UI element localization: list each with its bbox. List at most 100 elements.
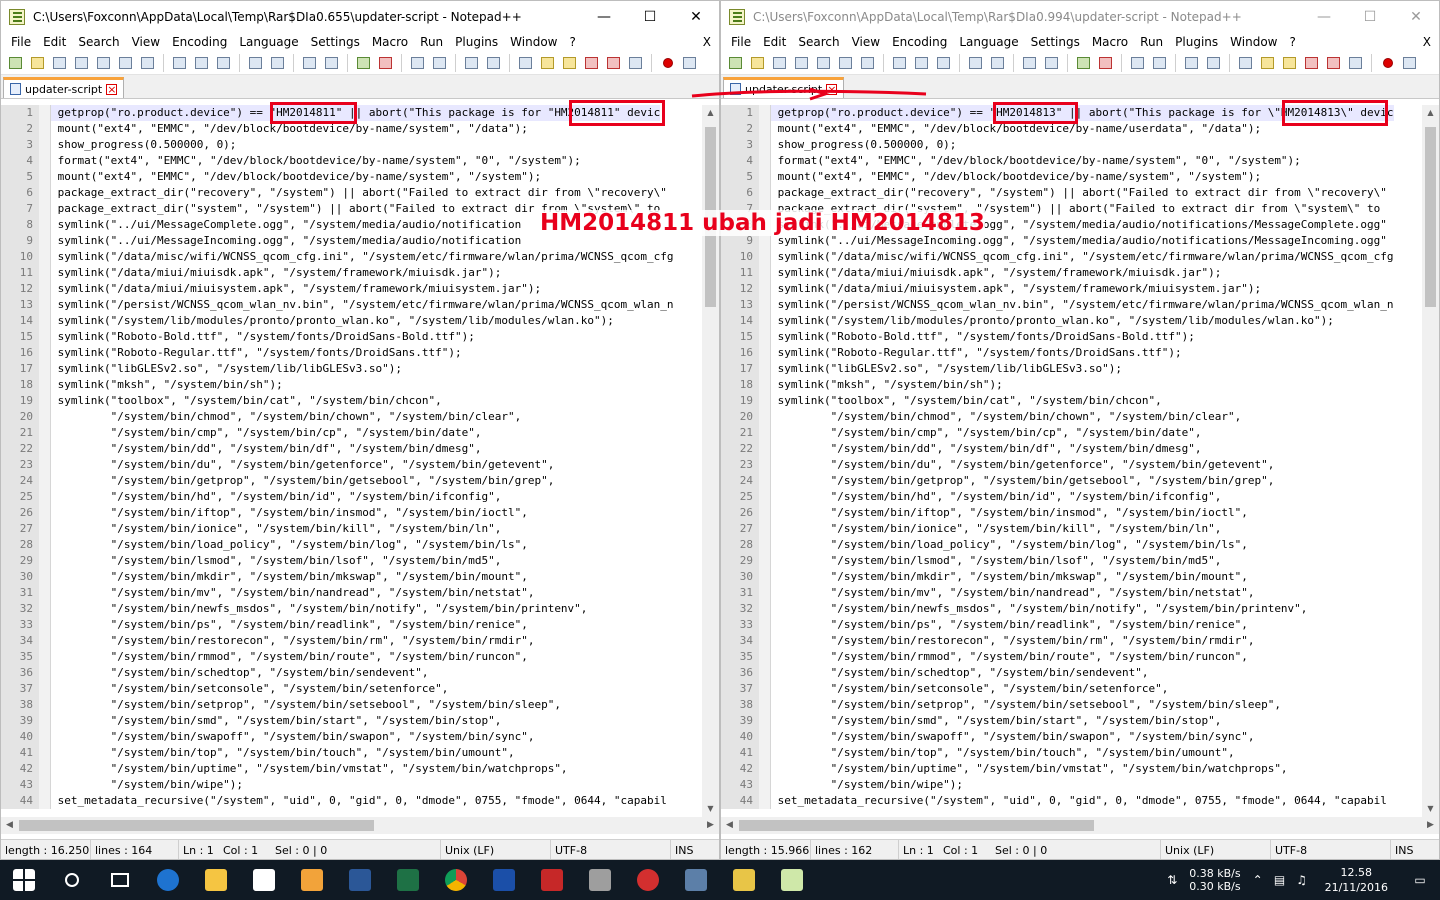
code-line[interactable]: 38 "/system/bin/setprop", "/system/bin/s…	[1, 697, 702, 713]
menu-encoding[interactable]: Encoding	[166, 35, 233, 49]
new-file-icon[interactable]	[725, 53, 746, 73]
scroll-up-icon[interactable]: ▲	[702, 105, 719, 121]
save-all-icon[interactable]	[71, 53, 92, 73]
code-line[interactable]: 6 package_extract_dir("recovery", "/syst…	[1, 185, 702, 201]
code-line[interactable]: 41 "/system/bin/top", "/system/bin/touch…	[1, 745, 702, 761]
file-explorer-icon[interactable]	[192, 860, 240, 900]
code-line[interactable]: 35 "/system/bin/rmmod", "/system/bin/rou…	[721, 649, 1422, 665]
code-line[interactable]: 41 "/system/bin/top", "/system/bin/touch…	[721, 745, 1422, 761]
horizontal-scrollbar[interactable]: ◀ ▶	[721, 817, 1439, 834]
fold-margin[interactable]	[759, 169, 771, 185]
paste-icon[interactable]	[213, 53, 234, 73]
fold-margin[interactable]	[759, 281, 771, 297]
word-icon[interactable]	[336, 860, 384, 900]
folder-workspace-icon[interactable]	[1301, 53, 1322, 73]
menu-plugins[interactable]: Plugins	[449, 35, 504, 49]
fold-margin[interactable]	[39, 633, 51, 649]
fold-margin[interactable]	[759, 585, 771, 601]
copy-icon[interactable]	[191, 53, 212, 73]
fold-margin[interactable]	[759, 265, 771, 281]
code-line[interactable]: 35 "/system/bin/rmmod", "/system/bin/rou…	[1, 649, 702, 665]
save-icon[interactable]	[769, 53, 790, 73]
zoom-out-icon[interactable]	[375, 53, 396, 73]
fold-margin[interactable]	[39, 409, 51, 425]
code-line[interactable]: 31 "/system/bin/mv", "/system/bin/nandre…	[721, 585, 1422, 601]
code-line[interactable]: 18 symlink("mksh", "/system/bin/sh");	[1, 377, 702, 393]
fold-margin[interactable]	[39, 185, 51, 201]
print-icon[interactable]	[857, 53, 878, 73]
zoom-in-icon[interactable]	[353, 53, 374, 73]
fold-margin[interactable]	[39, 297, 51, 313]
fold-margin[interactable]	[39, 585, 51, 601]
code-line[interactable]: 28 "/system/bin/load_policy", "/system/b…	[721, 537, 1422, 553]
fold-margin[interactable]	[39, 377, 51, 393]
vertical-scrollbar[interactable]: ▲ ▼	[1422, 105, 1439, 817]
chrome-icon[interactable]	[432, 860, 480, 900]
maximize-button[interactable]: ☐	[627, 1, 673, 33]
task-view-icon[interactable]	[96, 860, 144, 900]
code-line[interactable]: 5 mount("ext4", "EMMC", "/dev/block/boot…	[1, 169, 702, 185]
minimize-button[interactable]: —	[1301, 1, 1347, 33]
fold-margin[interactable]	[759, 777, 771, 793]
function-list-icon[interactable]	[1279, 53, 1300, 73]
menu-language[interactable]: Language	[233, 35, 304, 49]
fold-margin[interactable]	[39, 121, 51, 137]
start-windows-icon[interactable]	[0, 860, 48, 900]
code-line[interactable]: 34 "/system/bin/restorecon", "/system/bi…	[1, 633, 702, 649]
menu-settings[interactable]: Settings	[305, 35, 366, 49]
code-line[interactable]: 30 "/system/bin/mkdir", "/system/bin/mks…	[1, 569, 702, 585]
fold-margin[interactable]	[39, 105, 51, 121]
scroll-thumb[interactable]	[739, 820, 1094, 831]
fold-margin[interactable]	[39, 777, 51, 793]
fold-margin[interactable]	[39, 697, 51, 713]
code-line[interactable]: 44 set_metadata_recursive("/system", "ui…	[1, 793, 702, 809]
code-line[interactable]: 40 "/system/bin/swapoff", "/system/bin/s…	[1, 729, 702, 745]
code-line[interactable]: 16 symlink("Roboto-Regular.ttf", "/syste…	[1, 345, 702, 361]
code-line[interactable]: 14 symlink("/system/lib/modules/pronto/p…	[721, 313, 1422, 329]
tab-updater-script[interactable]: updater-script ×	[3, 77, 125, 98]
app-apple-icon[interactable]	[624, 860, 672, 900]
fold-margin[interactable]	[759, 121, 771, 137]
code-line[interactable]: 11 symlink("/data/miui/miuisdk.apk", "/s…	[721, 265, 1422, 281]
fold-margin[interactable]	[39, 169, 51, 185]
code-line[interactable]: 31 "/system/bin/mv", "/system/bin/nandre…	[1, 585, 702, 601]
scroll-left-icon[interactable]: ◀	[1, 817, 18, 834]
code-line[interactable]: 15 symlink("Roboto-Bold.ttf", "/system/f…	[1, 329, 702, 345]
monitoring-icon[interactable]	[625, 53, 646, 73]
code-line[interactable]: 38 "/system/bin/setprop", "/system/bin/s…	[721, 697, 1422, 713]
code-line[interactable]: 3 show_progress(0.500000, 0);	[721, 137, 1422, 153]
code-line[interactable]: 20 "/system/bin/chmod", "/system/bin/cho…	[1, 409, 702, 425]
code-line[interactable]: 14 symlink("/system/lib/modules/pronto/p…	[1, 313, 702, 329]
fold-margin[interactable]	[39, 313, 51, 329]
code-line[interactable]: 26 "/system/bin/iftop", "/system/bin/ins…	[1, 505, 702, 521]
undo-icon[interactable]	[965, 53, 986, 73]
code-line[interactable]: 26 "/system/bin/iftop", "/system/bin/ins…	[721, 505, 1422, 521]
menu-window[interactable]: Window	[1224, 35, 1283, 49]
fold-margin[interactable]	[39, 201, 51, 217]
scroll-thumb[interactable]	[1425, 127, 1436, 307]
menu-settings[interactable]: Settings	[1025, 35, 1086, 49]
paste-icon[interactable]	[933, 53, 954, 73]
code-line[interactable]: 33 "/system/bin/ps", "/system/bin/readli…	[721, 617, 1422, 633]
fold-margin[interactable]	[759, 137, 771, 153]
sync-horizontal-icon[interactable]	[429, 53, 450, 73]
code-line[interactable]: 18 symlink("mksh", "/system/bin/sh");	[721, 377, 1422, 393]
app-archive-icon[interactable]	[720, 860, 768, 900]
fold-margin[interactable]	[39, 425, 51, 441]
menu-file[interactable]: File	[5, 35, 37, 49]
find-icon[interactable]	[1019, 53, 1040, 73]
code-line[interactable]: 27 "/system/bin/ionice", "/system/bin/ki…	[721, 521, 1422, 537]
code-line[interactable]: 3 show_progress(0.500000, 0);	[1, 137, 702, 153]
code-line[interactable]: 5 mount("ext4", "EMMC", "/dev/block/boot…	[721, 169, 1422, 185]
function-list-icon[interactable]	[559, 53, 580, 73]
menu-macro[interactable]: Macro	[366, 35, 414, 49]
fold-margin[interactable]	[39, 761, 51, 777]
fold-margin[interactable]	[39, 681, 51, 697]
record-macro-icon[interactable]	[657, 53, 678, 73]
code-line[interactable]: 15 symlink("Roboto-Bold.ttf", "/system/f…	[721, 329, 1422, 345]
fold-margin[interactable]	[759, 505, 771, 521]
app-dxc-icon[interactable]	[528, 860, 576, 900]
code-line[interactable]: 36 "/system/bin/schedtop", "/system/bin/…	[1, 665, 702, 681]
close-file-icon[interactable]	[813, 53, 834, 73]
word-wrap-icon[interactable]	[461, 53, 482, 73]
